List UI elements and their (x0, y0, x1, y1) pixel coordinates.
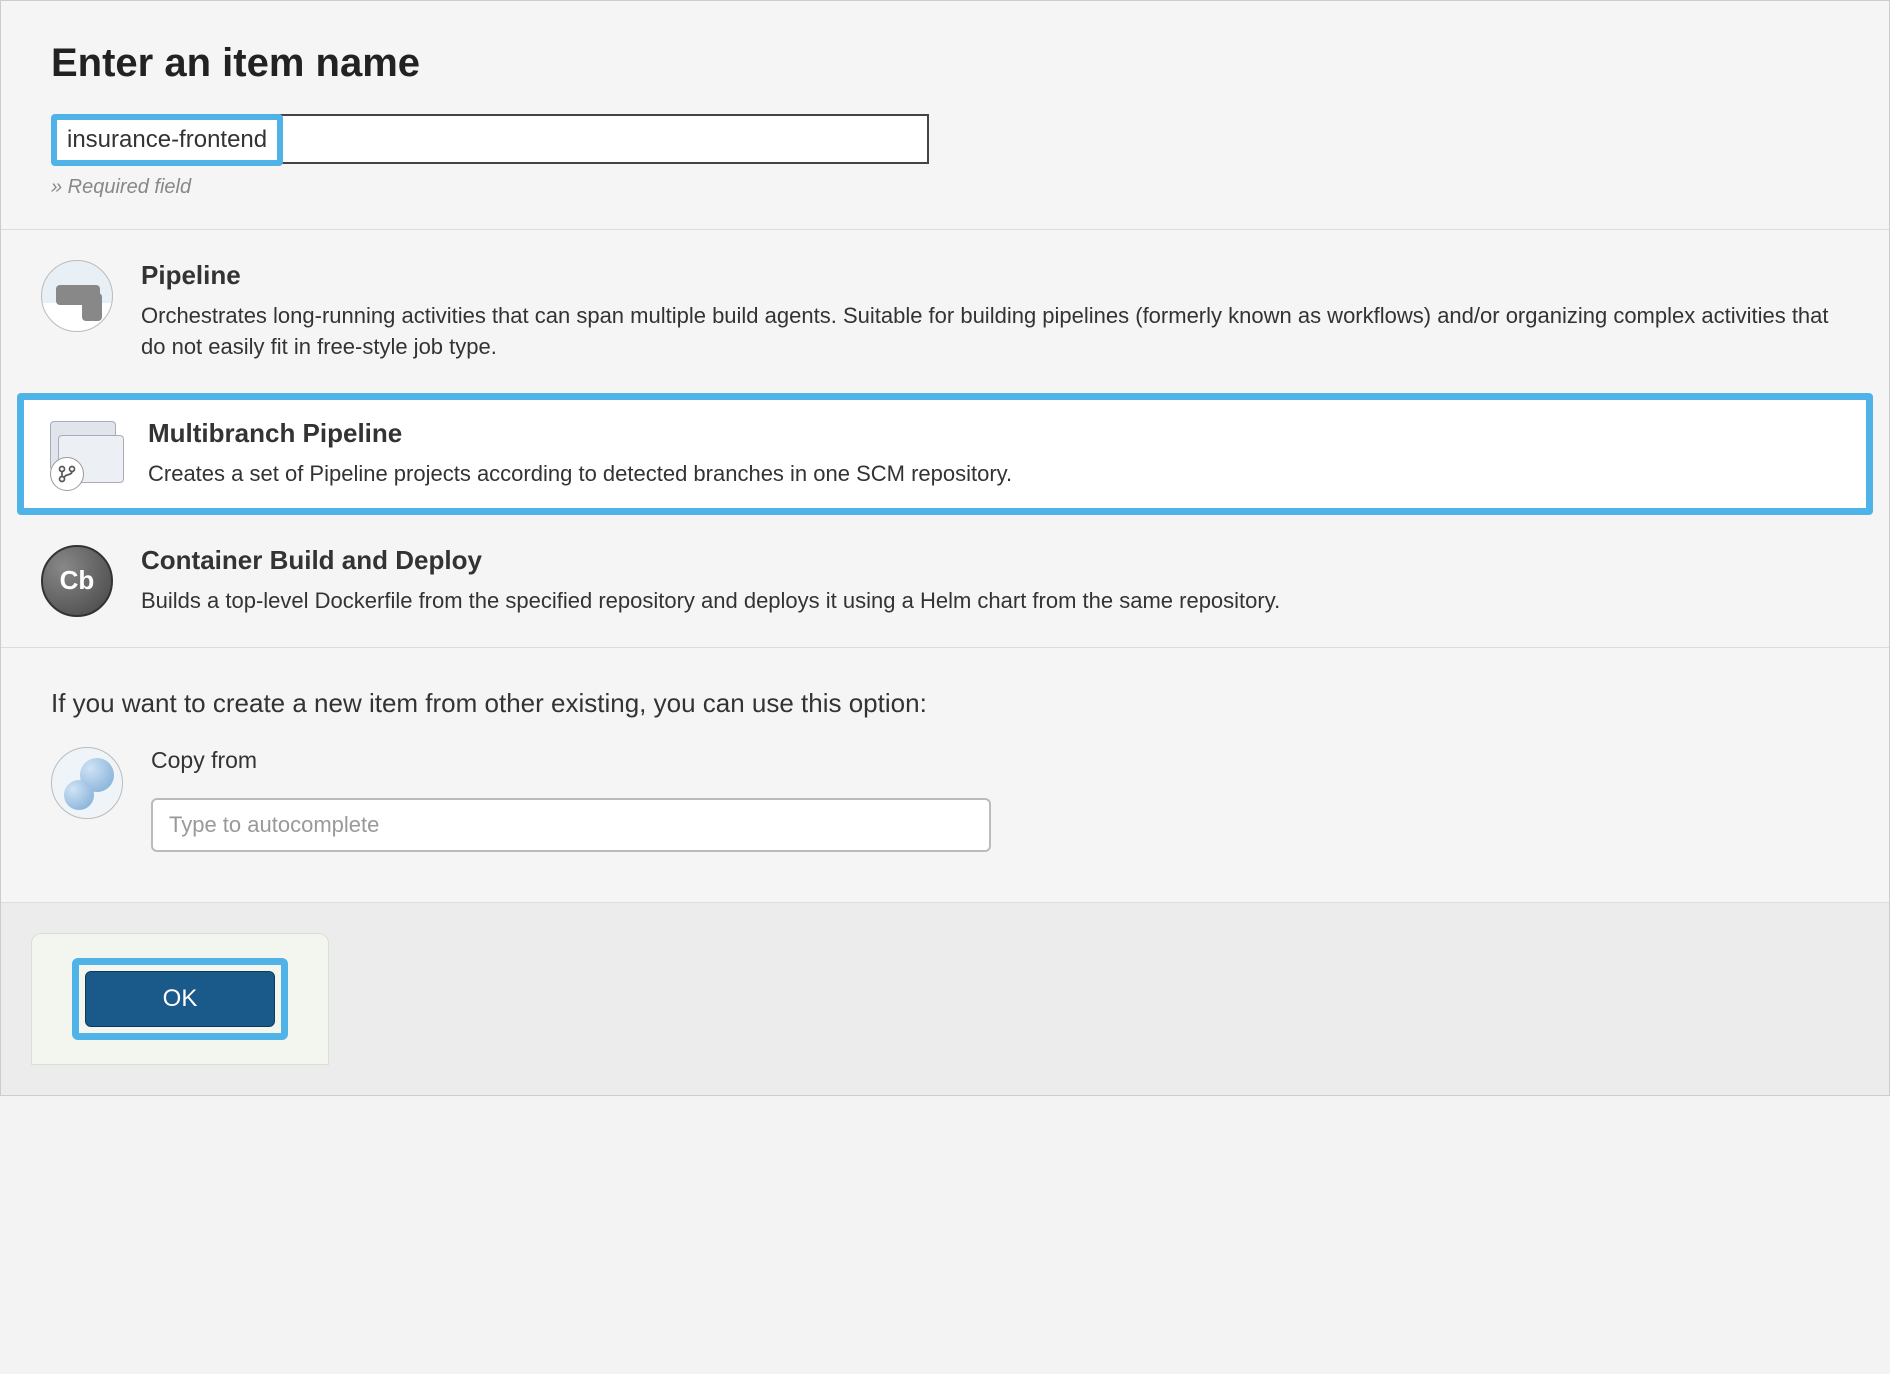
job-type-text: Container Build and Deploy Builds a top-… (141, 545, 1280, 617)
new-item-form: Enter an item name insurance-frontend » … (0, 0, 1890, 1096)
footer: OK (1, 903, 1889, 1095)
item-name-value-text: insurance-frontend (67, 126, 267, 153)
pipeline-icon (41, 260, 113, 332)
job-type-description: Creates a set of Pipeline projects accor… (148, 459, 1012, 490)
copy-from-input[interactable] (151, 798, 991, 852)
job-type-multibranch-pipeline[interactable]: Multibranch Pipeline Creates a set of Pi… (17, 393, 1873, 515)
item-name-input[interactable] (279, 114, 929, 164)
job-type-description: Builds a top-level Dockerfile from the s… (141, 586, 1280, 617)
ok-panel: OK (31, 933, 329, 1065)
job-type-title: Multibranch Pipeline (148, 418, 1012, 449)
branch-icon (57, 464, 77, 484)
job-type-description: Orchestrates long-running activities tha… (141, 301, 1849, 363)
job-type-pipeline[interactable]: Pipeline Orchestrates long-running activ… (17, 242, 1873, 381)
copy-from-prompt: If you want to create a new item from ot… (51, 688, 1839, 719)
ok-button[interactable]: OK (85, 971, 275, 1027)
job-type-title: Container Build and Deploy (141, 545, 1280, 576)
copy-from-label: Copy from (151, 747, 1839, 774)
ok-button-highlight: OK (72, 958, 288, 1040)
job-type-title: Pipeline (141, 260, 1849, 291)
job-type-text: Multibranch Pipeline Creates a set of Pi… (148, 418, 1012, 490)
page-title: Enter an item name (51, 41, 1839, 86)
name-section: Enter an item name insurance-frontend » … (1, 1, 1889, 230)
item-name-value-highlight: insurance-frontend (51, 114, 283, 166)
required-field-hint: » Required field (51, 176, 1839, 199)
job-type-container-build-deploy[interactable]: Cb Container Build and Deploy Builds a t… (17, 527, 1873, 635)
job-type-list: Pipeline Orchestrates long-running activ… (1, 242, 1889, 648)
multibranch-pipeline-icon (48, 418, 120, 490)
copy-from-section: If you want to create a new item from ot… (1, 648, 1889, 903)
item-name-row: insurance-frontend (51, 114, 1839, 166)
job-type-text: Pipeline Orchestrates long-running activ… (141, 260, 1849, 363)
container-build-icon: Cb (41, 545, 113, 617)
copy-from-icon (51, 747, 123, 819)
